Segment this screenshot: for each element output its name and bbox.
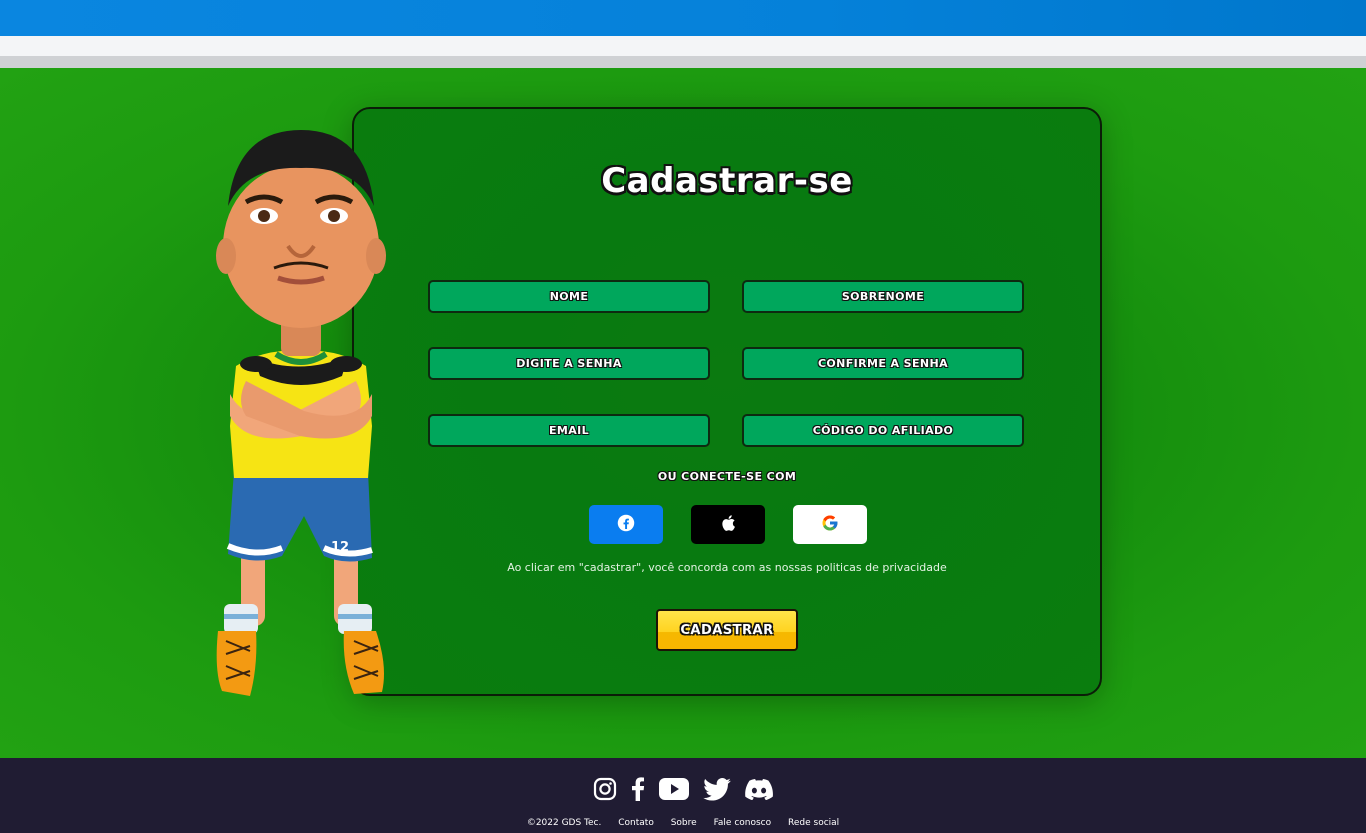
confirm-password-placeholder: CONFIRME A SENHA	[817, 357, 949, 370]
copyright-text: ©2022 GDS Tec.	[526, 818, 602, 828]
apple-login-button[interactable]	[691, 505, 765, 544]
password-placeholder: DIGITE A SENHA	[516, 357, 622, 370]
first-name-input[interactable]: NOME	[428, 280, 710, 313]
footer-link-contato[interactable]: Contato	[618, 818, 654, 828]
confirm-password-input[interactable]: CONFIRME A SENHA	[742, 347, 1024, 380]
facebook-icon	[617, 514, 635, 536]
page-title: Cadastrar-se	[601, 161, 853, 201]
affiliate-code-placeholder: CÓDIGO DO AFILIADO	[812, 424, 954, 437]
header-stripe-white	[0, 36, 1366, 56]
svg-text:12: 12	[331, 540, 349, 555]
google-icon	[821, 514, 839, 536]
footer-links: ©2022 GDS Tec. Contato Sobre Fale conosc…	[0, 818, 1366, 828]
privacy-terms-text: Ao clicar em "cadastrar", você concorda …	[507, 561, 947, 574]
footer-link-rede-social[interactable]: Rede social	[788, 818, 839, 828]
last-name-placeholder: SOBRENOME	[841, 290, 925, 303]
twitter-icon[interactable]	[703, 777, 731, 801]
password-input[interactable]: DIGITE A SENHA	[428, 347, 710, 380]
affiliate-code-input[interactable]: CÓDIGO DO AFILIADO	[742, 414, 1024, 447]
google-login-button[interactable]	[793, 505, 867, 544]
submit-label: CADASTRAR	[680, 622, 774, 638]
facebook-icon[interactable]	[631, 777, 645, 801]
footer-link-sobre[interactable]: Sobre	[671, 818, 697, 828]
signup-panel: Cadastrar-se NOME SOBRENOME DIGITE A SEN…	[352, 107, 1102, 696]
submit-button[interactable]: CADASTRAR	[656, 609, 798, 651]
instagram-icon[interactable]	[593, 777, 617, 801]
discord-icon[interactable]	[745, 778, 773, 800]
footer: ©2022 GDS Tec. Contato Sobre Fale conosc…	[0, 758, 1366, 833]
footer-link-fale-conosco[interactable]: Fale conosco	[714, 818, 772, 828]
player-mascot-illustration: 12	[216, 130, 386, 696]
apple-icon	[720, 514, 736, 536]
first-name-placeholder: NOME	[549, 290, 589, 303]
header-stripe-grey	[0, 56, 1366, 68]
youtube-icon[interactable]	[659, 778, 689, 800]
email-input[interactable]: EMAIL	[428, 414, 710, 447]
connect-with-label: OU CONECTE-SE COM	[657, 470, 797, 483]
footer-social-links	[593, 777, 773, 801]
top-bar	[0, 0, 1366, 36]
facebook-login-button[interactable]	[589, 505, 663, 544]
last-name-input[interactable]: SOBRENOME	[742, 280, 1024, 313]
email-placeholder: EMAIL	[548, 424, 590, 437]
